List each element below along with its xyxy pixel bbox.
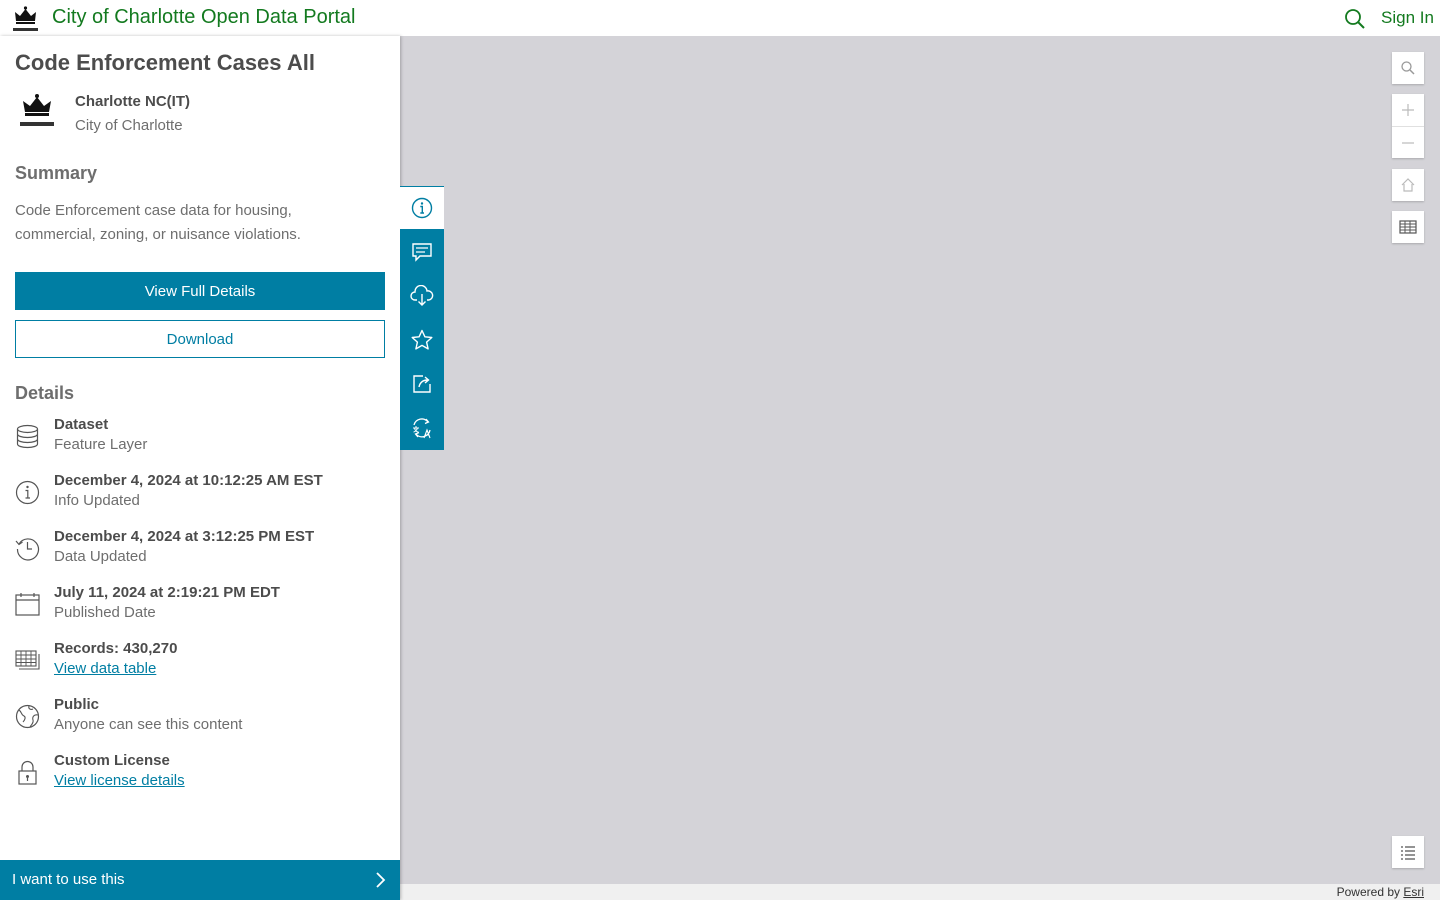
dataset-side-panel: Code Enforcement Cases All Charlotte NC(… <box>0 36 400 900</box>
detail-main: Public <box>54 696 100 713</box>
zoom-controls <box>1392 94 1424 158</box>
site-title[interactable]: City of Charlotte Open Data Portal <box>52 6 355 29</box>
tab-share[interactable] <box>400 362 444 406</box>
search-icon <box>1401 61 1415 75</box>
home-button[interactable] <box>1392 169 1424 201</box>
i-want-to-use-this-button[interactable]: I want to use this <box>0 860 400 900</box>
comment-icon <box>412 243 432 262</box>
powered-by-text: Powered by <box>1336 885 1404 899</box>
minus-icon <box>1402 141 1414 144</box>
zoom-in-button[interactable] <box>1392 94 1424 126</box>
summary-text: Code Enforcement case data for housing, … <box>15 202 301 243</box>
database-icon <box>16 424 39 449</box>
cloud-download-icon <box>410 285 434 306</box>
detail-sub: Anyone can see this content <box>54 716 243 733</box>
list-icon <box>1401 846 1415 860</box>
sign-in-link[interactable]: Sign In <box>1381 8 1434 28</box>
owner-avatar-icon[interactable] <box>15 90 59 134</box>
detail-dataset: Dataset Feature Layer <box>15 416 385 466</box>
detail-published-date: July 11, 2024 at 2:19:21 PM EDT Publishe… <box>15 584 385 634</box>
detail-main: December 4, 2024 at 3:12:25 PM EST <box>54 528 315 545</box>
tab-comments[interactable] <box>400 230 444 274</box>
table-icon <box>1399 220 1417 234</box>
detail-sub: Feature Layer <box>54 436 148 453</box>
owner-org: City of Charlotte <box>75 117 183 134</box>
detail-license: Custom License View license details <box>15 752 385 802</box>
translate-icon <box>413 418 431 439</box>
detail-data-updated: December 4, 2024 at 3:12:25 PM EST Data … <box>15 528 385 578</box>
map-search-button[interactable] <box>1392 52 1424 84</box>
crown-logo-icon[interactable] <box>10 3 41 34</box>
owner-name[interactable]: Charlotte NC(IT) <box>75 93 190 110</box>
zoom-out-button[interactable] <box>1392 126 1424 158</box>
detail-main: Dataset <box>54 416 109 433</box>
esri-link[interactable]: Esri <box>1403 885 1424 899</box>
view-full-details-button[interactable]: View Full Details <box>15 272 385 310</box>
tab-favorite[interactable] <box>400 318 444 362</box>
detail-sub: Info Updated <box>54 492 140 509</box>
detail-main: July 11, 2024 at 2:19:21 PM EDT <box>54 584 280 601</box>
detail-public: Public Anyone can see this content <box>15 696 385 746</box>
globe-icon <box>15 704 40 729</box>
panel-tab-rail <box>400 186 444 450</box>
tab-download[interactable] <box>400 274 444 318</box>
star-icon <box>411 329 433 350</box>
view-data-table-link[interactable]: View data table <box>54 660 156 677</box>
details-heading: Details <box>15 383 75 403</box>
dataset-title: Code Enforcement Cases All <box>15 50 315 75</box>
map-view[interactable] <box>400 36 1440 884</box>
info-icon <box>411 197 433 219</box>
home-icon <box>1401 178 1415 192</box>
download-button[interactable]: Download <box>15 320 385 358</box>
chevron-right-icon <box>376 872 386 888</box>
tab-translate[interactable] <box>400 406 444 450</box>
search-icon[interactable] <box>1344 8 1366 30</box>
view-license-details-link[interactable]: View license details <box>54 772 185 789</box>
calendar-icon <box>15 593 40 616</box>
lock-icon <box>18 760 37 785</box>
use-bar-label: I want to use this <box>12 871 125 888</box>
history-icon <box>15 538 40 561</box>
detail-info-updated: December 4, 2024 at 10:12:25 AM EST Info… <box>15 472 385 522</box>
map-attribution: Powered by Esri <box>400 884 1440 900</box>
detail-records: Records: 430,270 View data table <box>15 640 385 690</box>
table-icon <box>15 650 40 670</box>
table-button[interactable] <box>1392 211 1424 243</box>
detail-sub: Data Updated <box>54 548 147 565</box>
share-icon <box>413 375 431 393</box>
legend-button[interactable] <box>1392 836 1424 868</box>
detail-main: Custom License <box>54 752 170 769</box>
plus-icon <box>1402 104 1414 116</box>
detail-main: December 4, 2024 at 10:12:25 AM EST <box>54 472 323 489</box>
detail-main: Records: 430,270 <box>54 640 178 657</box>
info-icon <box>15 480 40 505</box>
site-header: City of Charlotte Open Data Portal Sign … <box>0 0 1440 36</box>
tab-info[interactable] <box>400 186 444 230</box>
detail-sub: Published Date <box>54 604 156 621</box>
summary-heading: Summary <box>15 163 98 183</box>
